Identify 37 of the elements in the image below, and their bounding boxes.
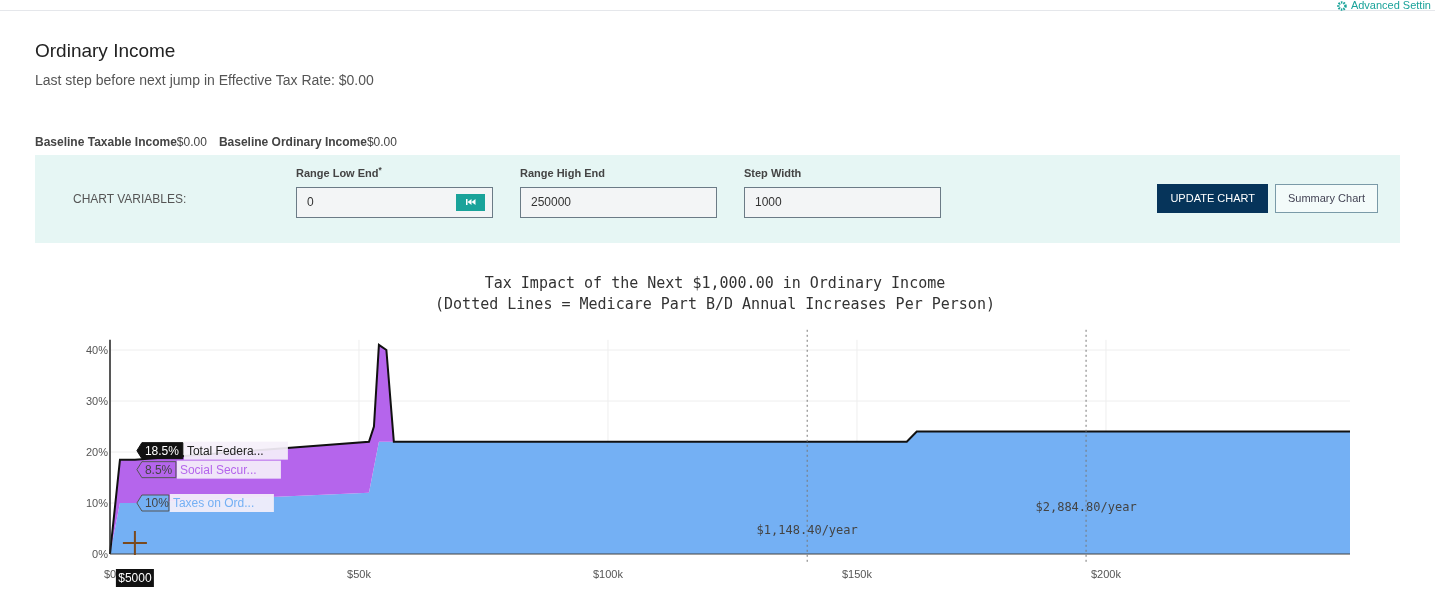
x-hover-label: $5000 — [115, 568, 154, 587]
y-tick-label: 30% — [85, 394, 108, 407]
input-field[interactable]: 250000 — [520, 186, 717, 218]
y-tick-label: 20% — [85, 445, 108, 458]
chart-title: (Dotted Lines = Medicare Part B/D Annual Increases Per Person) — [435, 294, 995, 313]
section-subtitle: Last step before next jump in Effective Tax Rate: $0.00 — [35, 70, 375, 90]
hover-series-label: Total Federa... — [183, 441, 288, 460]
update-chart-button[interactable]: UPDATE CHART — [1157, 184, 1268, 213]
x-tick-label: $150k — [842, 567, 872, 580]
summary-chart-button[interactable]: Summary Chart — [1274, 184, 1378, 213]
y-tick-label: 10% — [85, 496, 108, 509]
y-tick-label: 0% — [92, 547, 108, 560]
x-tick-label: $50k — [347, 567, 371, 580]
hover-value-label: 10% — [136, 494, 170, 511]
legend-label: Social Secur... — [179, 462, 257, 477]
input-field[interactable]: 0 — [296, 186, 493, 218]
ref-line-label: $2,884.80/year — [1035, 499, 1137, 514]
hover-value-label: 18.5% — [136, 441, 184, 459]
series-label: Taxes on Ord... — [172, 495, 255, 510]
ref-line-label: $1,148.40/year — [756, 522, 858, 537]
chart-variables-label: CHART VARIABLES: — [73, 190, 188, 208]
field-label: Range Low End$^{*}$ — [296, 165, 383, 182]
x-tick-label: $200k — [1091, 567, 1121, 580]
hover-value-label: 8.5% — [136, 460, 177, 478]
x-tick-label: $100k — [593, 567, 623, 580]
input-field[interactable]: 1000 — [744, 186, 941, 218]
chart-title: Tax Impact of the Next $1,000.00 in Ordinary Income — [484, 273, 946, 292]
x-tick-label: $0 — [103, 567, 117, 580]
skip-back-icon — [465, 199, 476, 206]
baseline-text: Baseline Ordinary Income$0.00 — [218, 133, 397, 151]
field-label: Range High End — [520, 166, 606, 182]
section-title: Ordinary Income — [35, 39, 177, 63]
crosshair-icon — [121, 529, 148, 556]
y-tick-label: 40% — [85, 343, 108, 356]
gear-icon — [1336, 0, 1347, 11]
baseline-text: Baseline Taxable Income$0.00 — [35, 133, 207, 151]
field-label: Step Width — [744, 166, 803, 182]
